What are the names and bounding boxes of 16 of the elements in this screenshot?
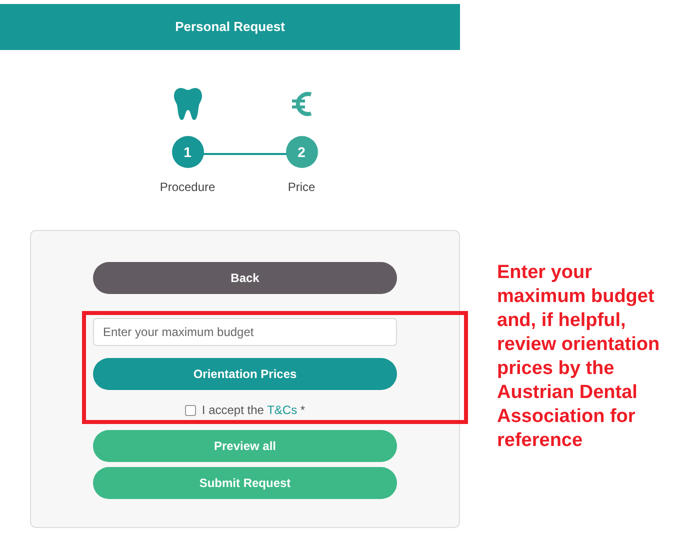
terms-link[interactable]: T&Cs: [267, 403, 298, 417]
step-number: 2: [286, 136, 318, 168]
back-button[interactable]: Back: [93, 262, 397, 294]
step-label: Price: [288, 179, 316, 196]
annotation-text: Enter your maximum budget and, if helpful, review orientation prices by the Austrian Dental Association for reference: [497, 261, 661, 453]
euro-icon: [290, 90, 312, 118]
step-number: 1: [172, 136, 204, 168]
submit-request-button[interactable]: Submit Request: [93, 467, 397, 499]
tooth-icon: [174, 88, 202, 120]
page-title: Personal Request: [175, 18, 285, 36]
terms-checkbox[interactable]: [184, 404, 196, 416]
terms-label: I accept the T&Cs *: [202, 402, 306, 419]
orientation-prices-button[interactable]: Orientation Prices: [93, 358, 397, 390]
step-label: Procedure: [160, 179, 216, 196]
preview-all-button[interactable]: Preview all: [93, 430, 397, 462]
budget-field[interactable]: Enter your maximum budget: [93, 318, 397, 346]
